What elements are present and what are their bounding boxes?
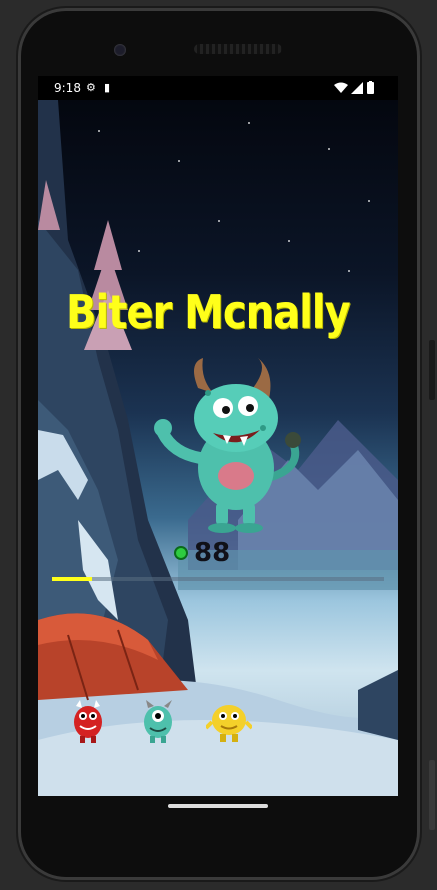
status-bar: 9:18 ⚙ ▮ <box>38 76 398 100</box>
score-value: 88 <box>194 538 231 568</box>
sim-icon: ▮ <box>104 81 111 94</box>
clock: 9:18 <box>54 81 81 95</box>
settings-icon: ⚙ <box>86 81 96 94</box>
score-display: 88 <box>174 540 230 566</box>
front-camera <box>114 44 126 56</box>
power-button <box>429 760 435 830</box>
battery-icon <box>367 81 374 94</box>
progress-bar <box>52 577 384 581</box>
volume-button <box>429 340 435 400</box>
earpiece-speaker <box>194 44 282 54</box>
signal-icon <box>351 82 363 94</box>
teal-monster-option[interactable] <box>136 698 182 744</box>
monster-selector <box>66 698 256 744</box>
gem-icon <box>174 546 188 560</box>
device-screen: 9:18 ⚙ ▮ Biter Mcnally 88 <box>38 76 398 796</box>
wifi-icon <box>334 82 348 93</box>
red-monster-option[interactable] <box>66 698 112 744</box>
game-scene[interactable]: Biter Mcnally 88 <box>38 100 398 796</box>
yellow-monster-option[interactable] <box>206 698 252 744</box>
home-indicator[interactable] <box>168 804 268 808</box>
monster-character[interactable] <box>128 358 308 538</box>
monster-name-title: Biter Mcnally <box>66 286 351 340</box>
progress-fill <box>52 577 92 581</box>
